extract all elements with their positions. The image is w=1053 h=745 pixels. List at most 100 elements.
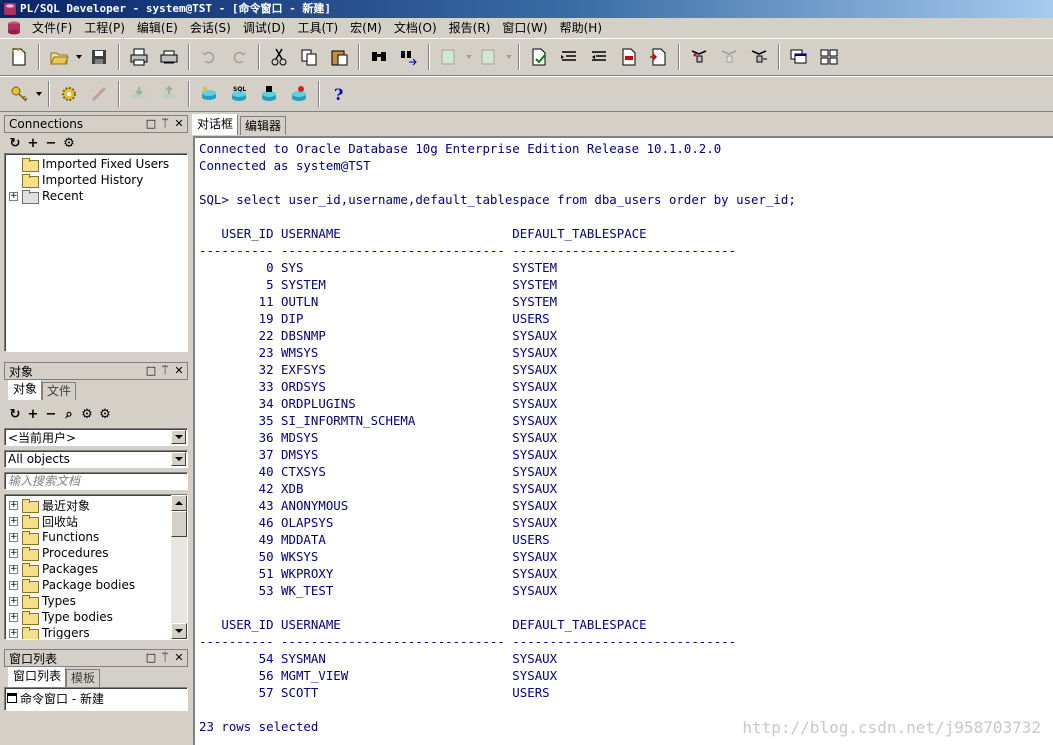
uppercase-icon[interactable] [524,43,554,71]
tree-item[interactable]: + Types [9,593,187,609]
menu-window[interactable]: 窗口(W) [496,18,553,38]
save-icon[interactable] [84,43,114,71]
find-next-icon[interactable] [394,43,424,71]
tree-item[interactable]: + Recent [9,188,187,204]
rollback-icon[interactable] [154,80,184,108]
window-list-item[interactable]: 命令窗口 - 新建 [7,690,187,706]
properties-icon[interactable]: ⚙ [98,407,112,422]
db-connect-icon[interactable] [194,80,224,108]
scroll-up-icon[interactable] [171,495,187,511]
expand-icon[interactable]: + [9,516,18,526]
expand-icon[interactable]: + [9,580,18,590]
tree-item[interactable]: + Package bodies [9,577,187,593]
undo-icon[interactable] [194,43,224,71]
expand-icon[interactable]: + [9,564,18,574]
owner-select[interactable]: <当前用户> [4,428,188,446]
key-icon[interactable] [4,80,34,108]
tree-item[interactable]: + 回收站 [9,513,187,529]
open-dropdown-icon[interactable] [74,43,84,71]
object-search-input[interactable]: 输入搜索文档 [4,472,188,490]
lowercase-icon[interactable] [554,43,584,71]
restore-icon[interactable]: □ [146,652,156,664]
unindent-dropdown-icon[interactable] [504,43,514,71]
cut-icon[interactable] [264,43,294,71]
tree-item[interactable]: + Type bodies [9,609,187,625]
tree-item[interactable]: + Triggers [9,625,187,639]
dropdown-arrow-icon[interactable] [171,452,186,466]
menu-reports[interactable]: 报告(R) [443,18,497,38]
comment-icon[interactable] [584,43,614,71]
scroll-thumb[interactable] [171,511,187,537]
redo-icon[interactable] [224,43,254,71]
break-icon[interactable] [84,80,114,108]
unindent-icon[interactable] [474,43,504,71]
print-preview-icon[interactable] [154,43,184,71]
tree-item[interactable]: + 最近对象 [9,497,187,513]
refresh-icon[interactable]: ↻ [8,136,22,151]
scroll-down-icon[interactable] [171,623,187,639]
pin-icon[interactable]: ᛠ [160,652,170,664]
tab-editor[interactable]: 编辑器 [240,116,287,135]
restore-icon[interactable]: □ [146,118,156,130]
close-icon[interactable]: ✕ [174,365,184,377]
properties-icon[interactable]: ⚙ [62,136,76,151]
tab-dialog[interactable]: 对话框 [192,114,239,135]
indent-icon[interactable] [434,43,464,71]
menu-project[interactable]: 工程(P) [78,18,131,38]
find-icon[interactable]: ⌕ [62,407,76,422]
help-icon[interactable]: ? [324,80,354,108]
gear-icon[interactable] [54,80,84,108]
pin-icon[interactable]: ᛠ [160,118,170,130]
execute-plan-icon[interactable] [644,43,674,71]
tree-item[interactable]: + Procedures [9,545,187,561]
window-cascade-icon[interactable] [684,43,714,71]
expand-icon[interactable]: + [9,628,18,638]
pin-icon[interactable]: ᛠ [160,365,170,377]
menu-help[interactable]: 帮助(H) [554,18,608,38]
commit-icon[interactable] [124,80,154,108]
key-dropdown-icon[interactable] [34,80,44,108]
expand-icon[interactable]: + [9,191,18,201]
db-run-icon[interactable] [284,80,314,108]
open-icon[interactable] [44,43,74,71]
tile-icon[interactable] [814,43,844,71]
menu-edit[interactable]: 编辑(E) [131,18,184,38]
close-icon[interactable]: ✕ [174,118,184,130]
add-icon[interactable]: + [26,136,40,151]
expand-icon[interactable]: + [9,596,18,606]
tab-templates[interactable]: 模板 [66,669,101,687]
filter-icon[interactable]: ⚙ [80,407,94,422]
tab-files[interactable]: 文件 [42,382,77,400]
tab-objects[interactable]: 对象 [8,380,43,400]
expand-icon[interactable]: + [9,532,18,542]
indent-dropdown-icon[interactable] [464,43,474,71]
remove-icon[interactable]: − [44,407,58,422]
tree-item[interactable]: + Functions [9,529,187,545]
menu-debug[interactable]: 调试(D) [237,18,292,38]
dropdown-arrow-icon[interactable] [171,430,186,444]
menu-tools[interactable]: 工具(T) [291,18,344,38]
expand-icon[interactable]: + [9,548,18,558]
command-output[interactable]: Connected to Oracle Database 10g Enterpr… [193,136,1053,745]
refresh-icon[interactable]: ↻ [8,407,22,422]
menu-macro[interactable]: 宏(M) [344,18,388,38]
db-refresh-icon[interactable] [254,80,284,108]
expand-icon[interactable]: + [9,500,18,510]
window-tile-icon[interactable] [714,43,744,71]
sql-icon[interactable]: SQL [224,80,254,108]
find-icon[interactable] [364,43,394,71]
session-icon[interactable] [744,43,774,71]
print-icon[interactable] [124,43,154,71]
add-icon[interactable]: + [26,407,40,422]
menu-documents[interactable]: 文档(O) [388,18,443,38]
windows-icon[interactable] [784,43,814,71]
copy-icon[interactable] [294,43,324,71]
objects-tree-scrollbar[interactable] [171,495,187,639]
menu-file[interactable]: 文件(F) [26,18,78,38]
paste-icon[interactable] [324,43,354,71]
tree-item[interactable]: + Packages [9,561,187,577]
remove-icon[interactable]: − [44,136,58,151]
new-icon[interactable] [4,43,34,71]
tree-item[interactable]: Imported Fixed Users [9,156,187,172]
tree-item[interactable]: Imported History [9,172,187,188]
